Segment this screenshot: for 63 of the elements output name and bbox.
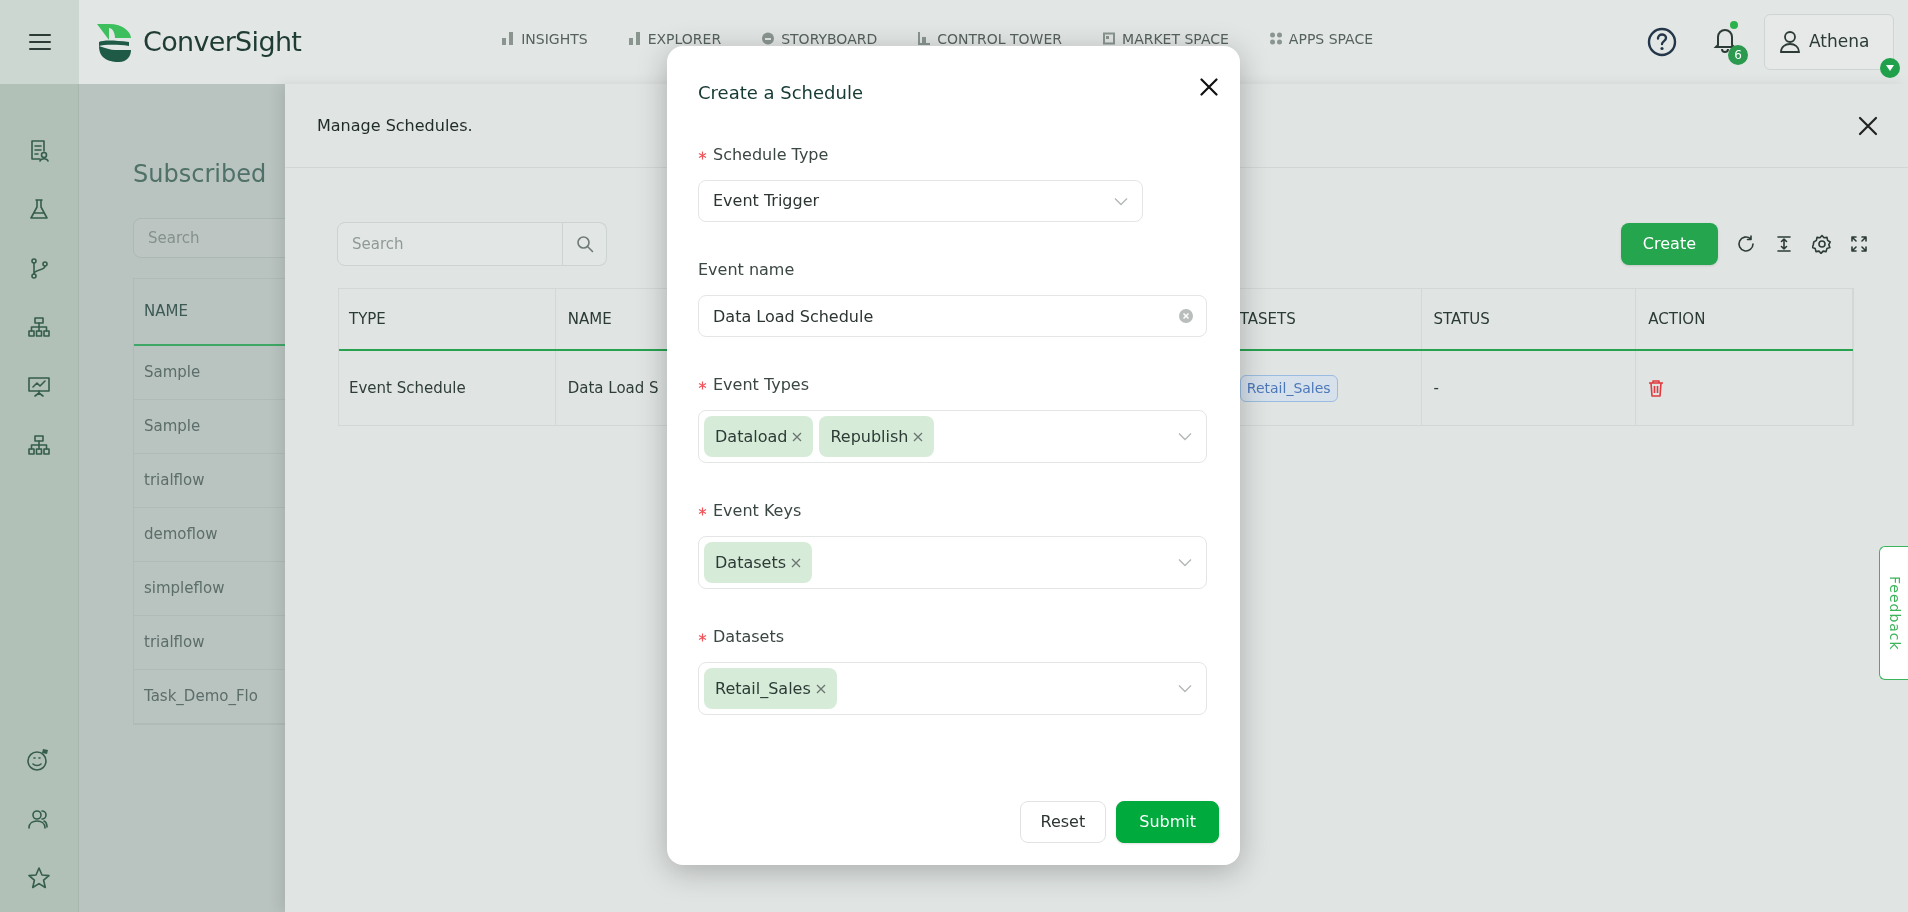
bar-chart-icon <box>627 31 642 46</box>
search-icon <box>575 235 594 253</box>
grid-icon <box>1268 31 1283 46</box>
nav-link[interactable]: INSIGHTS <box>501 31 588 46</box>
help-icon[interactable] <box>1646 26 1678 58</box>
field-label: Event Types <box>713 374 809 396</box>
column-header: ACTION <box>1636 289 1853 349</box>
multi-select-field[interactable]: Dataload Republish <box>698 410 1207 463</box>
close-icon[interactable] <box>1858 115 1878 136</box>
reset-button[interactable]: Reset <box>1019 801 1107 843</box>
selected-tag[interactable]: Retail_Sales <box>704 668 837 709</box>
settings-icon[interactable] <box>1812 234 1832 254</box>
dropdown-caret-icon[interactable] <box>1880 58 1900 78</box>
notification-badge: 6 <box>1728 45 1748 65</box>
flask-icon[interactable] <box>27 197 51 221</box>
bar-chart-icon <box>501 31 516 46</box>
chevron-down-icon <box>1178 432 1192 441</box>
table-cell: - <box>1421 351 1637 425</box>
refresh-icon[interactable] <box>1736 234 1756 254</box>
presentation-icon[interactable] <box>27 374 51 398</box>
nav-link[interactable]: EXPLORER <box>627 31 722 46</box>
select-field[interactable]: Event Trigger <box>698 180 1143 222</box>
field-label: Event name <box>698 259 795 281</box>
hierarchy-icon[interactable] <box>27 315 51 339</box>
user-icon <box>1779 30 1801 54</box>
row-height-icon[interactable] <box>1774 234 1794 254</box>
nav-link[interactable]: APPS SPACE <box>1268 31 1374 46</box>
search-field[interactable]: Search <box>133 218 285 258</box>
column-header: STATUS <box>1421 289 1637 349</box>
table-cell: Event Schedule <box>339 351 556 425</box>
multi-select-field[interactable]: Retail_Sales <box>698 662 1207 715</box>
user-menu-button[interactable]: Athena <box>1764 14 1894 70</box>
hierarchy-icon[interactable] <box>27 433 51 457</box>
search-field[interactable]: Search <box>337 222 563 266</box>
trash-icon[interactable] <box>1648 379 1665 397</box>
drawer-title: Manage Schedules. <box>317 114 473 137</box>
nav-link[interactable]: MARKET SPACE <box>1102 31 1229 46</box>
star-icon[interactable] <box>27 866 51 890</box>
text-field[interactable]: Data Load Schedule <box>698 295 1207 337</box>
logo-text[interactable]: ConverSight <box>143 21 302 63</box>
page-title: Subscribed <box>133 159 268 190</box>
chevron-down-icon <box>1114 196 1128 206</box>
search-button[interactable] <box>563 222 607 266</box>
dataset-tag: Retail_Sales <box>1239 374 1338 402</box>
field-label: Datasets <box>713 626 784 648</box>
users-icon[interactable] <box>27 807 51 831</box>
chevron-down-icon <box>1178 684 1192 693</box>
multi-select-field[interactable]: Datasets <box>698 536 1207 589</box>
selected-tag[interactable]: Dataload <box>704 416 814 457</box>
chart-icon <box>917 31 932 46</box>
column-header: TYPE <box>339 289 556 349</box>
selected-tag[interactable]: Republish <box>819 416 935 457</box>
close-icon[interactable] <box>1200 77 1218 96</box>
image-icon <box>1102 31 1117 46</box>
field-label: Event Keys <box>713 500 802 522</box>
modal-title: Create a Schedule <box>698 81 863 105</box>
chevron-down-icon <box>1178 558 1192 567</box>
selected-tag[interactable]: Datasets <box>704 542 812 583</box>
nav-link[interactable]: STORYBOARD <box>761 31 878 46</box>
menu-icon[interactable] <box>28 33 51 51</box>
field-label: Schedule Type <box>713 144 829 166</box>
expand-icon[interactable] <box>1850 235 1868 253</box>
nav-link[interactable]: CONTROL TOWER <box>917 31 1063 46</box>
